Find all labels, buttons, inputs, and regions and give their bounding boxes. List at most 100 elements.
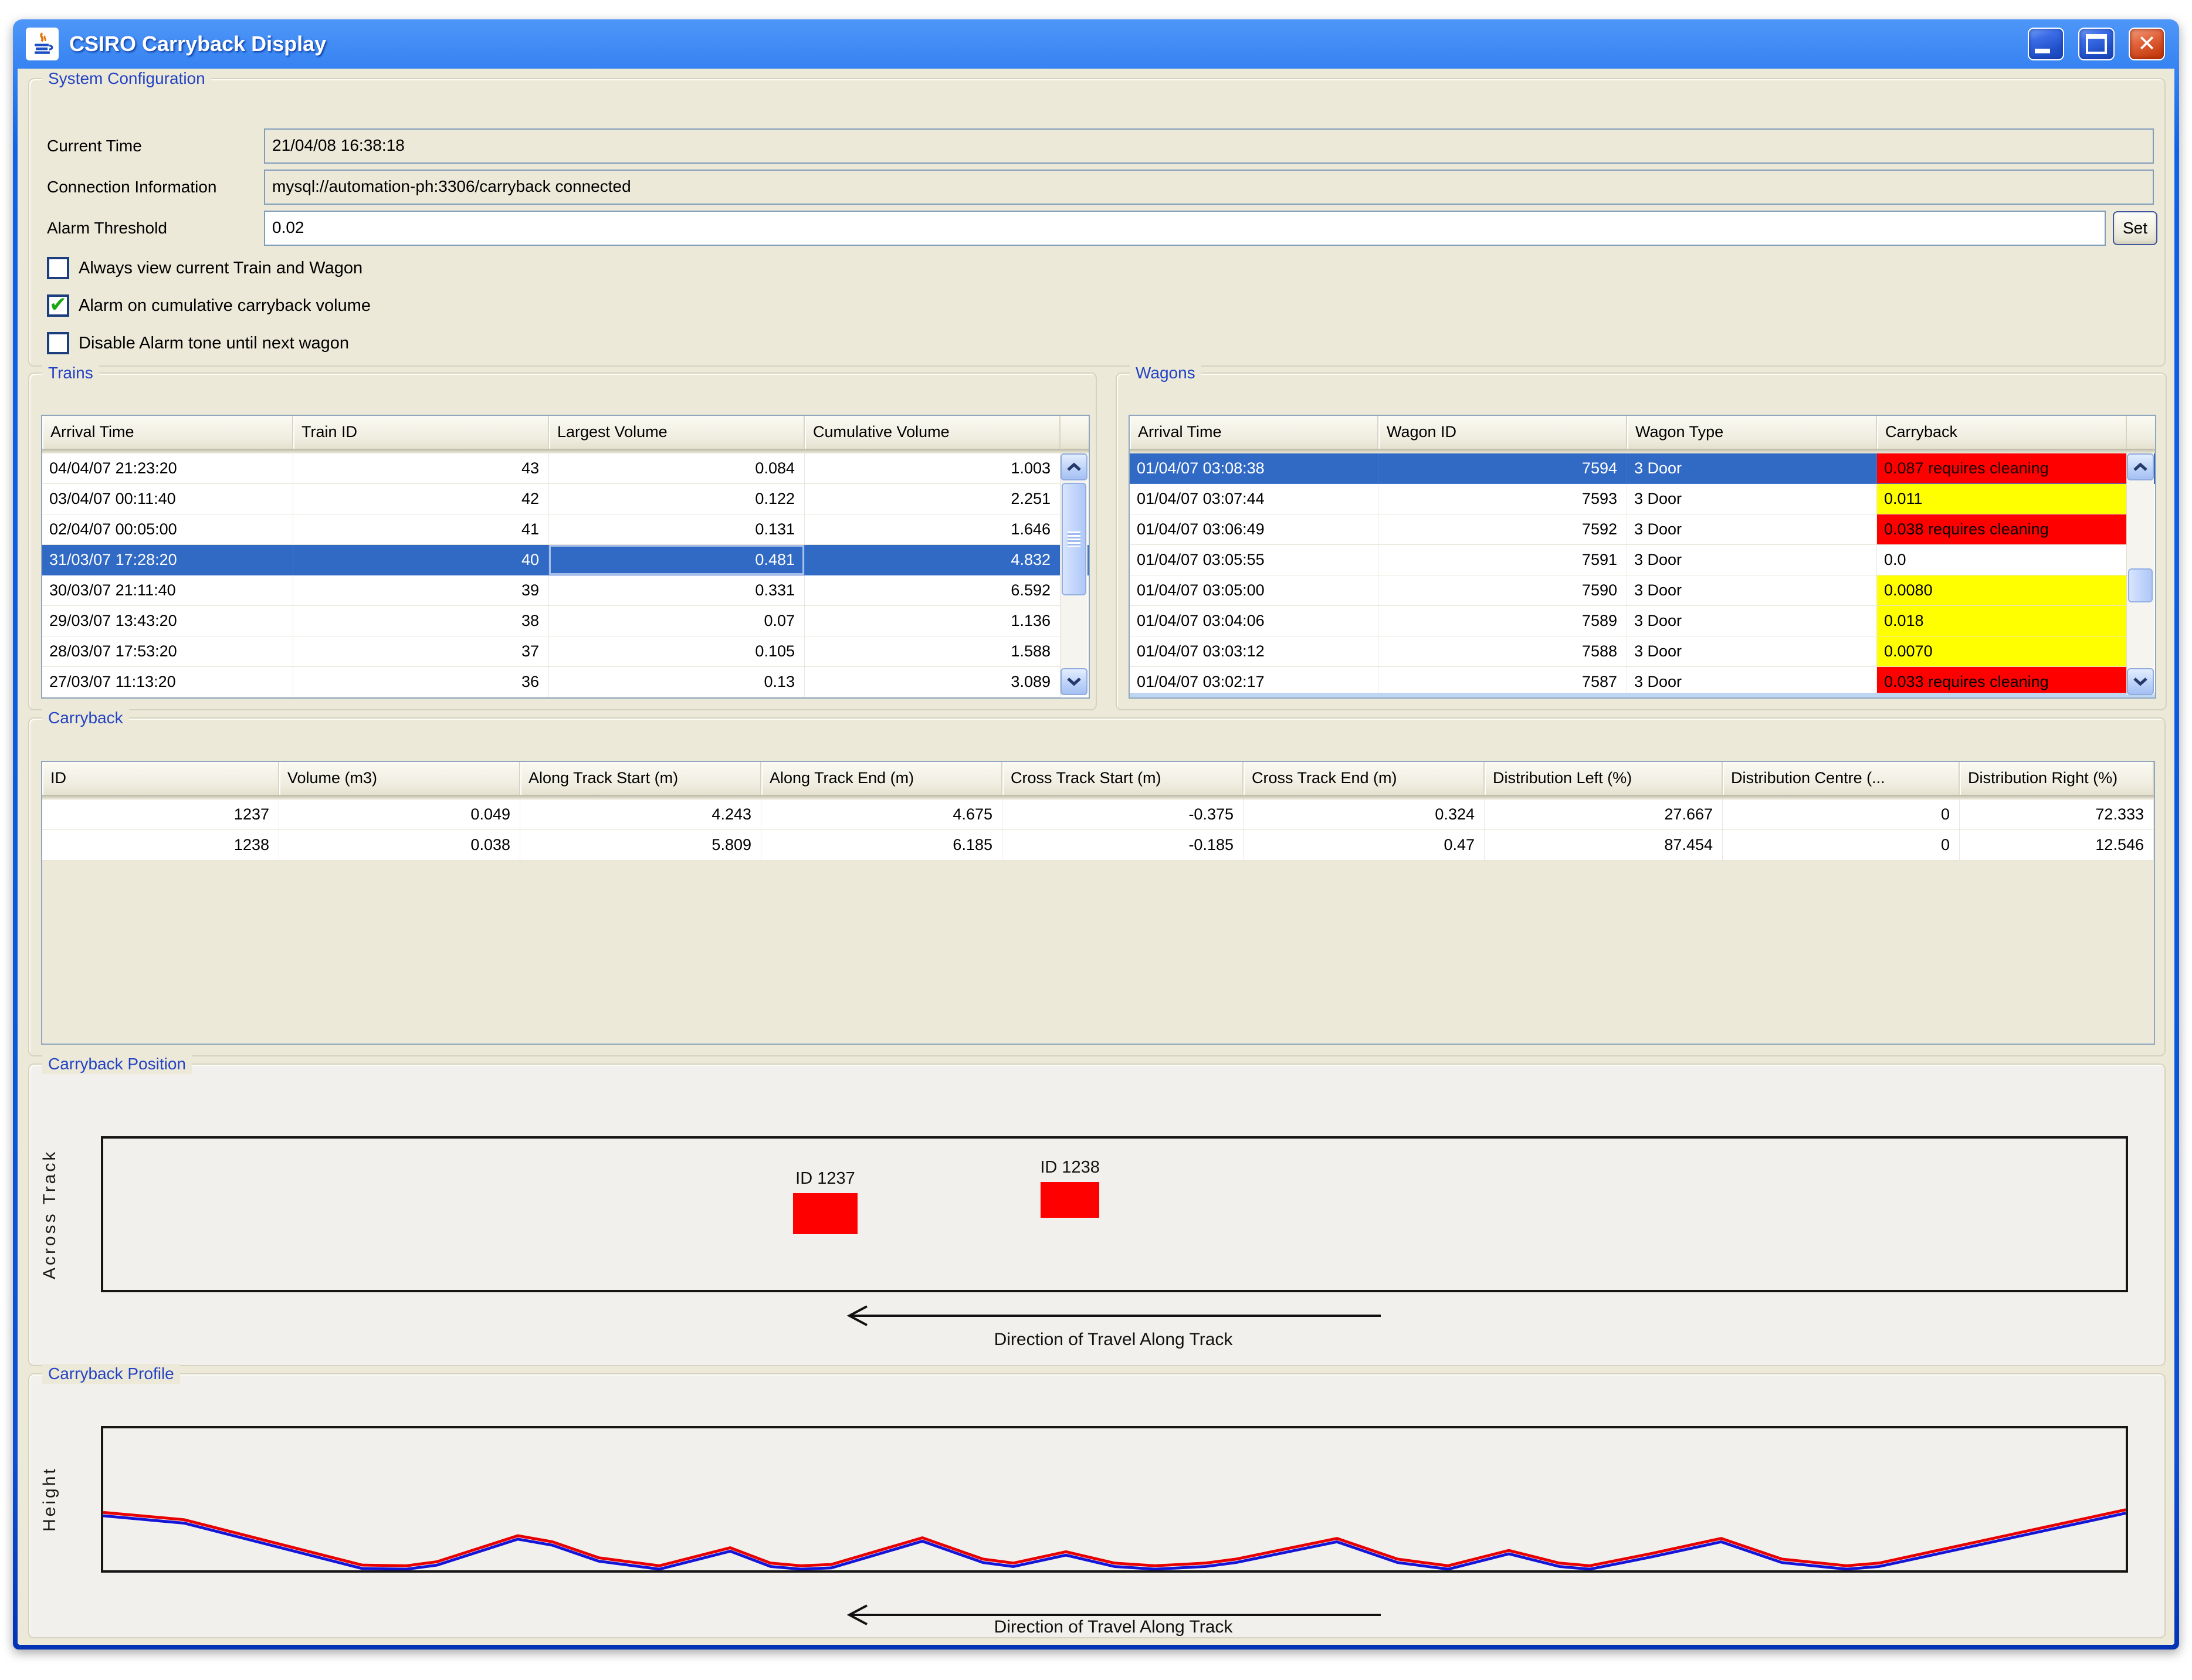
maximize-button[interactable] — [2078, 28, 2115, 60]
minimize-button[interactable] — [2028, 28, 2064, 60]
table-cell[interactable]: 4.675 — [761, 800, 1002, 830]
table-row[interactable]: 01/04/07 03:03:1275883 Door0.0070 — [1130, 636, 2155, 667]
table-row[interactable]: 01/04/07 03:04:0675893 Door0.018 — [1130, 606, 2155, 636]
table-cell[interactable]: 3 Door — [1627, 636, 1877, 667]
table-cell[interactable]: 01/04/07 03:08:38 — [1130, 453, 1378, 484]
table-cell[interactable]: 40 — [293, 545, 549, 575]
table-cell[interactable]: 3 Door — [1627, 514, 1877, 545]
table-cell[interactable]: 7593 — [1378, 484, 1627, 514]
table-row[interactable]: 01/04/07 03:06:4975923 Door0.038 require… — [1130, 514, 2155, 545]
table-cell[interactable]: 0.131 — [549, 514, 805, 545]
table-cell[interactable]: 38 — [293, 606, 549, 636]
table-cell[interactable]: -0.375 — [1002, 800, 1244, 830]
table-cell[interactable]: 3 Door — [1627, 575, 1877, 606]
table-cell[interactable]: 3 Door — [1627, 606, 1877, 636]
table-cell[interactable]: 39 — [293, 575, 549, 606]
table-row[interactable]: 01/04/07 03:08:3875943 Door0.087 require… — [1130, 453, 2155, 484]
table-cell[interactable]: 7588 — [1378, 636, 1627, 667]
table-cell[interactable]: 87.454 — [1485, 830, 1723, 861]
table-cell[interactable]: 3 Door — [1627, 484, 1877, 514]
column-header[interactable]: Wagon Type — [1627, 416, 1877, 449]
table-cell[interactable]: 04/04/07 21:23:20 — [42, 453, 293, 484]
table-row[interactable]: 01/04/07 03:07:4475933 Door0.011 — [1130, 484, 2155, 514]
table-row[interactable]: 01/04/07 03:05:0075903 Door0.0080 — [1130, 575, 2155, 606]
table-cell[interactable]: 0.038 requires cleaning — [1877, 514, 2127, 545]
column-header[interactable]: Along Track Start (m) — [520, 762, 761, 795]
table-row[interactable]: 27/03/07 11:13:20360.133.089 — [42, 667, 1089, 697]
table-cell[interactable]: 01/04/07 03:06:49 — [1130, 514, 1378, 545]
scroll-down-button[interactable] — [2127, 668, 2154, 695]
column-header[interactable]: Train ID — [293, 416, 549, 449]
table-cell[interactable]: 29/03/07 13:43:20 — [42, 606, 293, 636]
table-cell[interactable]: 0.47 — [1244, 830, 1485, 861]
table-cell[interactable]: 1.588 — [805, 636, 1061, 667]
column-header[interactable]: Volume (m3) — [279, 762, 520, 795]
table-cell[interactable]: 0.105 — [549, 636, 805, 667]
table-cell[interactable]: 0.324 — [1244, 800, 1485, 830]
table-cell[interactable]: 0.018 — [1877, 606, 2127, 636]
table-cell[interactable]: 0.122 — [549, 484, 805, 514]
column-header[interactable]: ID — [42, 762, 279, 795]
title-bar[interactable]: CSIRO Carryback Display ✕ — [18, 19, 2174, 69]
column-header[interactable]: Distribution Right (%) — [1960, 762, 2154, 795]
table-cell[interactable]: 0.084 — [549, 453, 805, 484]
table-row[interactable]: 04/04/07 21:23:20430.0841.003 — [42, 453, 1089, 484]
table-cell[interactable]: 0.13 — [549, 667, 805, 697]
checkbox-alarm-on-cumulative[interactable]: ✔ Alarm on cumulative carryback volume — [47, 293, 371, 319]
table-cell[interactable]: 7592 — [1378, 514, 1627, 545]
table-cell[interactable]: 3.089 — [805, 667, 1061, 697]
scroll-up-button[interactable] — [2127, 453, 2154, 480]
scroll-down-button[interactable] — [1061, 668, 1087, 695]
trains-scrollbar[interactable] — [1060, 453, 1087, 695]
table-cell[interactable]: 43 — [293, 453, 549, 484]
table-cell[interactable]: 0.07 — [549, 606, 805, 636]
table-cell[interactable]: 01/04/07 03:05:00 — [1130, 575, 1378, 606]
table-row[interactable]: 02/04/07 00:05:00410.1311.646 — [42, 514, 1089, 545]
table-row[interactable]: 12380.0385.8096.185-0.1850.4787.454012.5… — [42, 830, 2154, 861]
table-cell[interactable]: 27.667 — [1485, 800, 1723, 830]
table-row[interactable]: 31/03/07 17:28:20400.4814.832 — [42, 545, 1089, 575]
table-cell[interactable]: 1.003 — [805, 453, 1061, 484]
set-button[interactable]: Set — [2113, 211, 2157, 245]
table-row[interactable]: 01/04/07 03:05:5575913 Door0.0 — [1130, 545, 2155, 575]
table-cell[interactable]: 37 — [293, 636, 549, 667]
column-header[interactable]: Along Track End (m) — [761, 762, 1002, 795]
close-button[interactable]: ✕ — [2129, 28, 2165, 60]
column-header[interactable]: Arrival Time — [1130, 416, 1378, 449]
table-cell[interactable]: 01/04/07 03:07:44 — [1130, 484, 1378, 514]
column-header[interactable]: Cumulative Volume — [805, 416, 1061, 449]
table-cell[interactable]: 7589 — [1378, 606, 1627, 636]
checkbox-always-view-current[interactable]: ✔ Always view current Train and Wagon — [47, 255, 362, 281]
scrollbar-thumb[interactable] — [2128, 568, 2153, 602]
table-cell[interactable]: 3 Door — [1627, 453, 1877, 484]
table-cell[interactable]: 0.011 — [1877, 484, 2127, 514]
table-cell[interactable]: 30/03/07 21:11:40 — [42, 575, 293, 606]
table-cell[interactable]: 0.0080 — [1877, 575, 2127, 606]
table-row[interactable]: 30/03/07 21:11:40390.3316.592 — [42, 575, 1089, 606]
table-cell[interactable]: 12.546 — [1960, 830, 2154, 861]
table-cell[interactable]: 1.136 — [805, 606, 1061, 636]
table-cell[interactable]: 0.0 — [1877, 545, 2127, 575]
table-cell[interactable]: 0.481 — [549, 545, 805, 575]
table-cell[interactable]: 1238 — [42, 830, 279, 861]
column-header[interactable]: Cross Track End (m) — [1244, 762, 1485, 795]
table-cell[interactable]: 31/03/07 17:28:20 — [42, 545, 293, 575]
table-cell[interactable]: 5.809 — [520, 830, 761, 861]
table-cell[interactable]: 27/03/07 11:13:20 — [42, 667, 293, 697]
checkbox-disable-alarm-tone[interactable]: ✔ Disable Alarm tone until next wagon — [47, 330, 349, 356]
column-header[interactable]: Wagon ID — [1378, 416, 1627, 449]
scroll-up-button[interactable] — [1061, 453, 1087, 480]
table-cell[interactable]: 2.251 — [805, 484, 1061, 514]
table-cell[interactable]: 01/04/07 03:03:12 — [1130, 636, 1378, 667]
table-cell[interactable]: 0.049 — [279, 800, 520, 830]
table-cell[interactable]: 41 — [293, 514, 549, 545]
alarm-threshold-input[interactable]: 0.02 — [264, 211, 2106, 246]
table-row[interactable]: 03/04/07 00:11:40420.1222.251 — [42, 484, 1089, 514]
column-header[interactable]: Carryback — [1877, 416, 2127, 449]
table-cell[interactable]: 72.333 — [1960, 800, 2154, 830]
table-cell[interactable]: 1.646 — [805, 514, 1061, 545]
table-cell[interactable]: 6.592 — [805, 575, 1061, 606]
table-cell[interactable]: 0.331 — [549, 575, 805, 606]
table-cell[interactable]: 0.087 requires cleaning — [1877, 453, 2127, 484]
table-cell[interactable]: 7591 — [1378, 545, 1627, 575]
